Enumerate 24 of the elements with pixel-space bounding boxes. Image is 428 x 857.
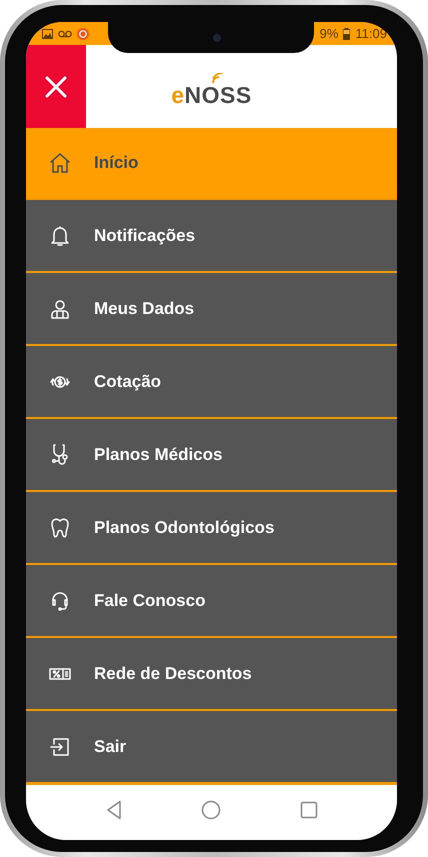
camera-icon [213, 34, 221, 42]
voicemail-icon [58, 30, 72, 38]
menu-item[interactable]: Início [26, 128, 397, 198]
close-button[interactable] [26, 45, 86, 128]
menu-label: Sair [94, 736, 126, 756]
back-icon[interactable] [106, 800, 122, 820]
menu-label: Cotação [94, 372, 162, 392]
menu-label: Meus Dados [94, 298, 194, 318]
clock: 11:09 [355, 26, 387, 41]
menu-label: Planos Médicos [94, 444, 222, 464]
menu-label: Planos Odontológicos [94, 518, 274, 538]
home-icon [48, 151, 72, 175]
battery-percent: 9% [320, 26, 338, 41]
menu-label: Fale Conosco [94, 590, 206, 610]
battery-icon [343, 28, 350, 40]
logo: eNOSS [171, 72, 252, 109]
menu-label: Notificações [94, 226, 196, 246]
menu-label: Rede de Descontos [94, 664, 252, 684]
app-icon [77, 28, 89, 40]
home-button-icon[interactable] [200, 800, 220, 820]
image-icon [42, 28, 53, 38]
recent-apps-icon[interactable] [300, 800, 318, 818]
menu-label: Início [94, 153, 138, 173]
close-icon [45, 76, 67, 98]
